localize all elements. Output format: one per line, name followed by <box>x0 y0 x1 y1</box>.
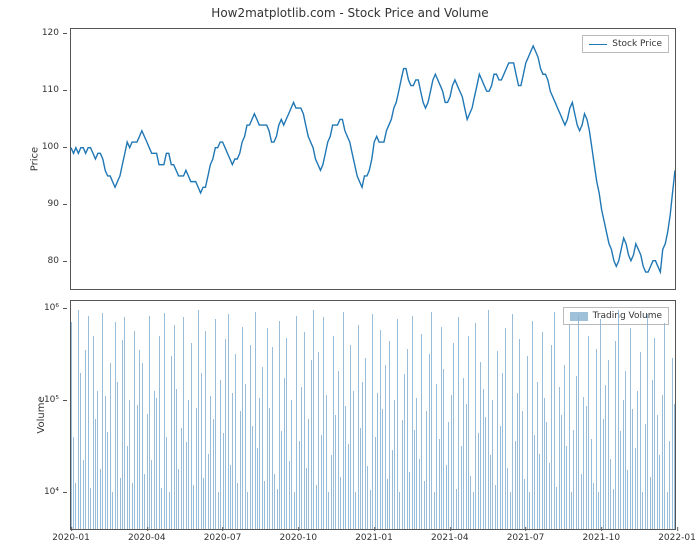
ytick: 10⁴ <box>44 487 63 497</box>
price-ylabel: Price <box>30 147 41 171</box>
figure-title: How2matplotlib.com - Stock Price and Vol… <box>0 6 700 20</box>
ytick: 120 <box>42 28 63 38</box>
ytick: 100 <box>42 142 63 152</box>
xtick: 2020-04 <box>128 533 166 543</box>
ytick: 10⁵ <box>44 395 63 405</box>
xtick: 2022-01 <box>658 533 696 543</box>
volume-axes: Volume Trading Volume 10⁴10⁵10⁶ 2020-012… <box>70 300 676 530</box>
xtick: 2020-10 <box>279 533 317 543</box>
xtick: 2020-01 <box>52 533 90 543</box>
price-axes: Price Stock Price 8090100110120 <box>70 28 676 290</box>
xtick: 2021-01 <box>355 533 393 543</box>
ytick: 110 <box>42 85 63 95</box>
xtick: 2021-10 <box>582 533 620 543</box>
xtick: 2020-07 <box>204 533 242 543</box>
figure: How2matplotlib.com - Stock Price and Vol… <box>0 0 700 560</box>
ytick: 10⁶ <box>44 303 63 313</box>
xtick: 2021-04 <box>431 533 469 543</box>
xtick: 2021-07 <box>507 533 545 543</box>
volume-bars <box>71 301 675 529</box>
ytick: 80 <box>48 256 63 266</box>
ytick: 90 <box>48 199 63 209</box>
price-line <box>71 29 675 289</box>
shared-xticks: 2020-012020-042020-072020-102021-012021-… <box>71 533 675 547</box>
